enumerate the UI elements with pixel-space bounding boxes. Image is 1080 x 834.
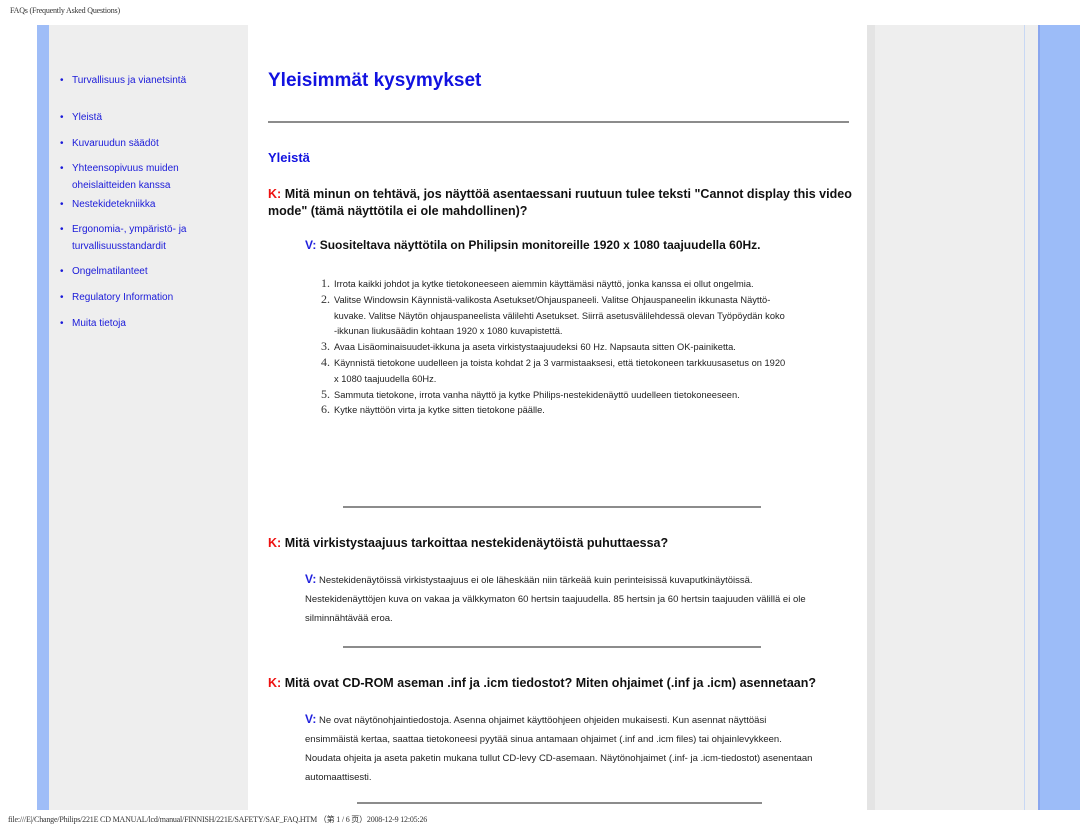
page-footer: file:///E|/Change/Philips/221E CD MANUAL…	[8, 815, 428, 824]
sidebar-link[interactable]: Ongelmatilanteet	[72, 266, 148, 277]
sidebar-item-compatibility[interactable]: • Yhteensopivuus muiden oheislaitteiden k…	[60, 160, 210, 194]
sidebar-link[interactable]: Muita tietoja	[72, 318, 126, 329]
right-accent-strip	[1038, 25, 1080, 810]
step-item: 3. Avaa Lisäominaisuudet-ikkuna ja aseta …	[321, 339, 786, 356]
sidebar-link[interactable]: Kuvaruudun säädöt	[72, 138, 159, 149]
step-number: 3.	[321, 339, 330, 354]
question-text: Mitä ovat CD-ROM aseman .inf ja .icm tie…	[284, 676, 817, 690]
step-item: 4. Käynnistä tietokone uudelleen ja toist…	[321, 354, 786, 388]
faq-question: K: Mitä minun on tehtävä, jos näyttöä as…	[268, 186, 853, 220]
divider	[343, 506, 761, 508]
answer-text: Nestekidenäytöissä virkistystaajuus ei o…	[305, 575, 806, 624]
page-header: FAQs (Frequently Asked Questions)	[10, 6, 120, 15]
bullet-icon: •	[60, 224, 64, 235]
right-panel	[867, 25, 1038, 810]
step-text: Avaa Lisäominaisuudet-ikkuna ja aseta vi…	[334, 342, 736, 353]
step-number: 2.	[321, 291, 330, 306]
bullet-icon: •	[60, 163, 64, 174]
answer-prefix: V:	[305, 712, 317, 726]
sidebar-item-safety[interactable]: • Turvallisuus ja vianetsintä	[60, 72, 240, 89]
answer-prefix: V:	[305, 572, 317, 586]
sidebar-item-troubleshooting[interactable]: • Ongelmatilanteet	[60, 263, 240, 280]
bullet-icon: •	[60, 318, 64, 329]
question-text: Mitä virkistystaajuus tarkoittaa nesteki…	[284, 536, 669, 550]
bullet-icon: •	[60, 112, 64, 123]
divider	[343, 646, 761, 648]
sidebar-item-general[interactable]: • Yleistä	[60, 109, 240, 126]
question-prefix: K:	[268, 536, 282, 550]
right-divider	[1024, 25, 1025, 810]
faq-answer: V: Nestekidenäytöissä virkistystaajuus e…	[305, 570, 815, 628]
sidebar-link[interactable]: Ergonomia-, ympäristö- ja turvallisuusst…	[72, 224, 186, 252]
step-text: Kytke näyttöön virta ja kytke sitten tie…	[334, 405, 545, 416]
step-number: 1.	[321, 276, 330, 290]
step-text: Käynnistä tietokone uudelleen ja toista …	[334, 357, 786, 384]
answer-prefix: V:	[305, 238, 317, 252]
sidebar-link[interactable]: Yleistä	[72, 112, 102, 123]
bullet-icon: •	[60, 75, 64, 86]
divider	[357, 802, 762, 804]
page-title: Yleisimmät kysymykset	[268, 70, 482, 91]
step-number: 4.	[321, 354, 330, 369]
steps-list: 1. Irrota kaikki johdot ja kytke tietokon…	[321, 276, 786, 419]
bullet-icon: •	[60, 199, 64, 210]
sidebar-link[interactable]: Yhteensopivuus muiden oheislaitteiden ka…	[72, 163, 179, 191]
step-item: 6. Kytke näyttöön virta ja kytke sitten t…	[321, 402, 786, 419]
section-title: Yleistä	[268, 150, 310, 165]
step-item: 2. Valitse Windowsin Käynnistä-valikosta …	[321, 291, 786, 340]
question-prefix: K:	[268, 676, 282, 690]
sidebar-item-screen-adjustments[interactable]: • Kuvaruudun säädöt	[60, 135, 240, 152]
step-item: 1. Irrota kaikki johdot ja kytke tietokon…	[321, 276, 786, 293]
step-number: 5.	[321, 386, 330, 401]
sidebar-item-ergonomics[interactable]: • Ergonomia-, ympäristö- ja turvallisuuss…	[60, 221, 210, 255]
step-text: Sammuta tietokone, irrota vanha näyttö j…	[334, 389, 740, 400]
faq-question: K: Mitä virkistystaajuus tarkoittaa nest…	[268, 535, 853, 552]
sidebar-link[interactable]: Turvallisuus ja vianetsintä	[72, 75, 186, 86]
faq-answer: V: Ne ovat näytönohjaintiedostoja. Asenn…	[305, 710, 815, 787]
step-text: Irrota kaikki johdot ja kytke tietokonee…	[334, 279, 754, 289]
sidebar-item-other-info[interactable]: • Muita tietoja	[60, 315, 240, 332]
sidebar-item-regulatory[interactable]: • Regulatory Information	[60, 289, 240, 306]
step-text: Valitse Windowsin Käynnistä-valikosta As…	[334, 294, 785, 337]
sidebar-link[interactable]: Nestekidetekniikka	[72, 199, 155, 210]
sidebar-link[interactable]: Regulatory Information	[72, 292, 173, 303]
divider	[268, 121, 849, 123]
answer-text: Suositeltava näyttötila on Philipsin mon…	[319, 238, 761, 252]
step-number: 6.	[321, 402, 330, 417]
bullet-icon: •	[60, 138, 64, 149]
faq-question: K: Mitä ovat CD-ROM aseman .inf ja .icm …	[268, 675, 853, 692]
faq-answer-lead: V: Suositeltava näyttötila on Philipsin …	[305, 237, 761, 254]
question-text: Mitä minun on tehtävä, jos näyttöä asent…	[268, 187, 852, 218]
step-item: 5. Sammuta tietokone, irrota vanha näyttö…	[321, 386, 786, 404]
bullet-icon: •	[60, 292, 64, 303]
left-accent-strip	[37, 25, 49, 810]
answer-text: Ne ovat näytönohjaintiedostoja. Asenna o…	[305, 715, 813, 783]
bullet-icon: •	[60, 266, 64, 277]
sidebar-item-lcd-technology[interactable]: • Nestekidetekniikka	[60, 196, 240, 213]
question-prefix: K:	[268, 187, 282, 201]
